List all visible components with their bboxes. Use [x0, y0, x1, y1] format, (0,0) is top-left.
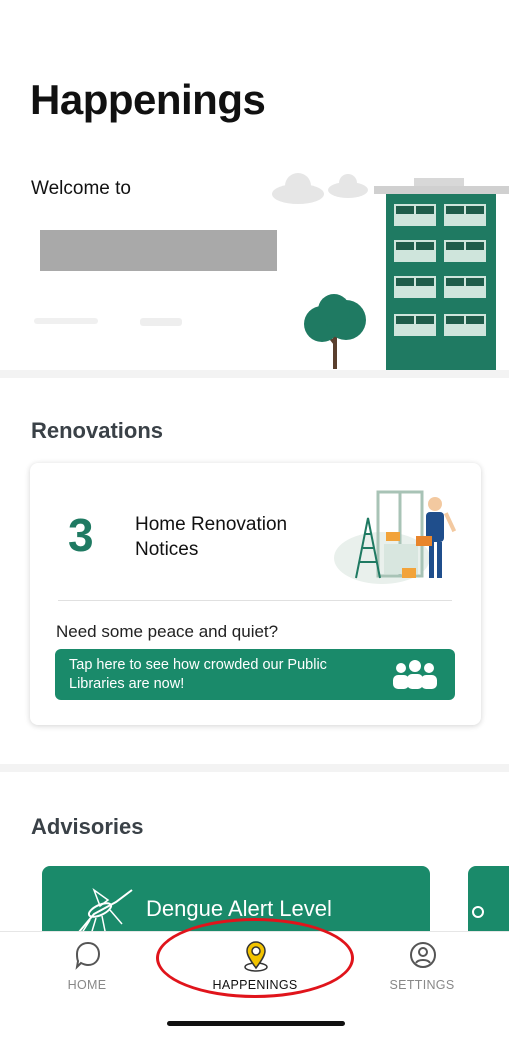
home-indicator-bar[interactable] — [167, 1021, 345, 1026]
renovation-notice-count: 3 — [68, 509, 94, 561]
renovations-section-title: Renovations — [31, 418, 164, 443]
tab-home[interactable]: HOME — [27, 932, 147, 1002]
welcome-text: Welcome to — [31, 178, 131, 199]
tab-settings[interactable]: SETTINGS — [362, 932, 482, 1002]
tab-home-label: HOME — [67, 978, 107, 992]
user-circle-icon — [410, 942, 436, 968]
peace-quiet-prompt: Need some peace and quiet? — [56, 622, 279, 641]
page-title: Happenings — [30, 76, 266, 123]
home-chat-icon — [75, 941, 101, 970]
people-group-icon — [393, 660, 437, 689]
partial-card-icon — [472, 906, 484, 918]
hdb-building-illustration — [374, 178, 509, 370]
library-crowd-banner-button[interactable]: Tap here to see how crowded our Public L… — [55, 649, 455, 700]
header-area: Happenings Welcome to — [0, 0, 509, 370]
renovation-worker-illustration — [334, 490, 457, 584]
faint-text-placeholder — [34, 318, 98, 324]
renovation-notice-label: Home Renovation Notices — [135, 514, 288, 560]
tree-illustration — [304, 294, 366, 369]
redacted-town-name — [40, 230, 277, 271]
faint-text-placeholder — [140, 318, 182, 326]
card-divider — [58, 600, 452, 601]
advisories-section-title: Advisories — [31, 814, 144, 839]
clouds-illustration — [272, 173, 368, 204]
library-banner-text: Tap here to see how crowded our Public L… — [69, 657, 327, 692]
red-highlight-annotation — [156, 918, 354, 998]
tab-settings-label: SETTINGS — [389, 978, 455, 992]
